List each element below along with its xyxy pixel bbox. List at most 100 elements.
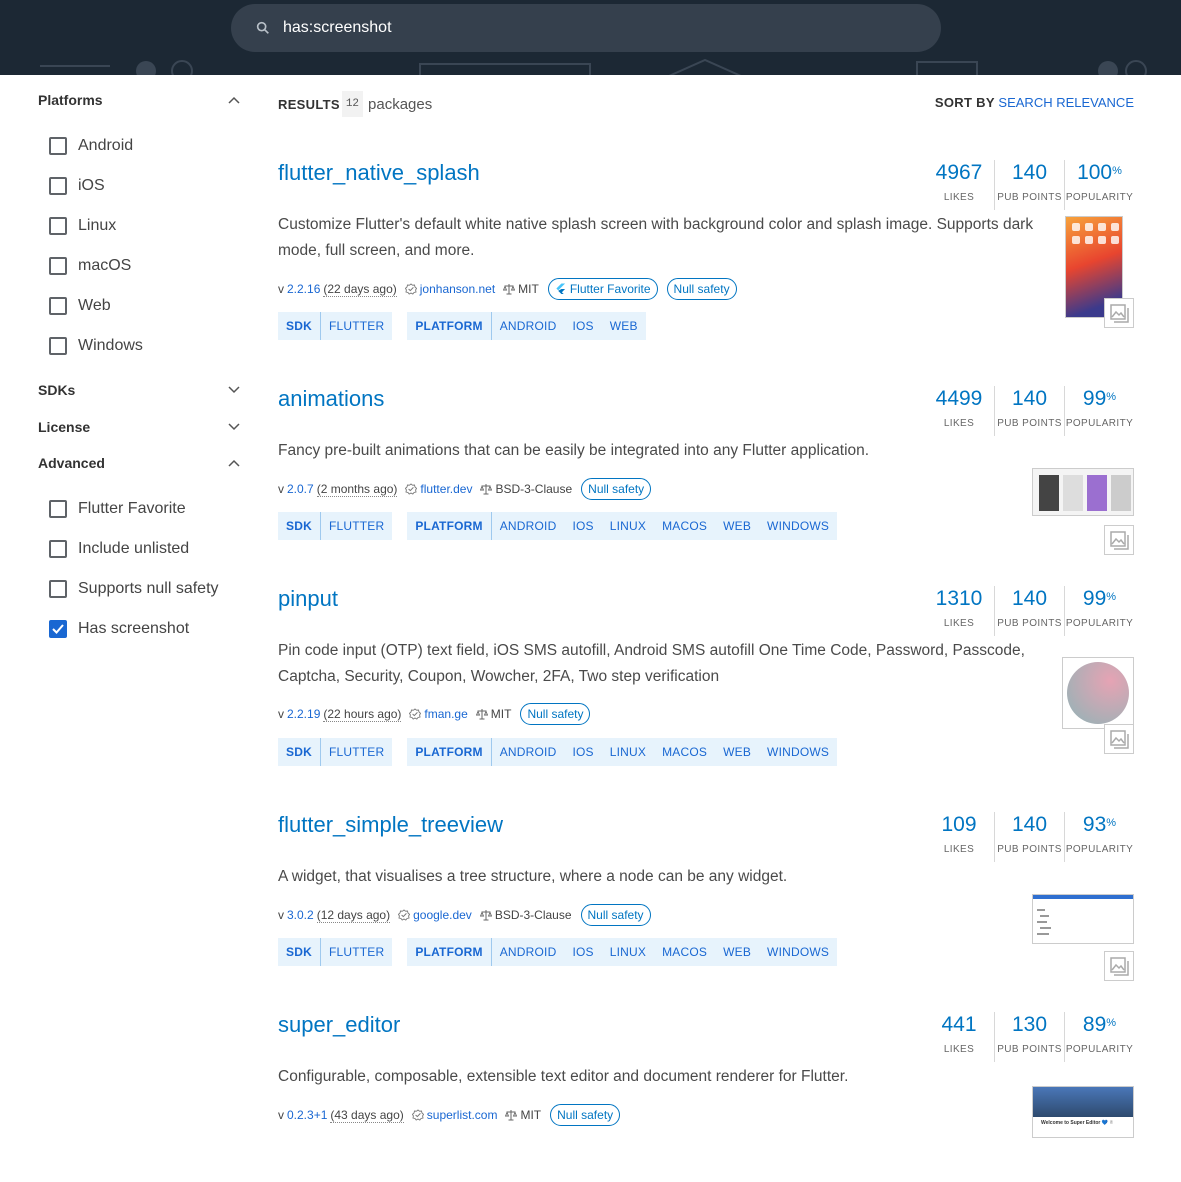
license-scale-icon [480,484,493,495]
sdk-tag[interactable]: FLUTTER [321,312,392,340]
filter-option[interactable]: Flutter Favorite [49,497,186,521]
platform-tag[interactable]: ANDROID [492,938,565,966]
badge-label: Null safety [557,1108,614,1122]
verified-publisher-icon [404,283,417,295]
platform-tag[interactable]: IOS [564,938,601,966]
platform-tag[interactable]: WEB [715,938,759,966]
sdk-tag[interactable]: FLUTTER [321,738,392,766]
package-title-link[interactable]: flutter_simple_treeview [278,812,503,838]
publisher-link[interactable]: jonhanson.net [420,282,495,296]
checkbox[interactable] [49,297,67,315]
null-safety-badge[interactable]: Null safety [520,703,591,725]
package-title-link[interactable]: animations [278,386,384,412]
null-safety-badge[interactable]: Null safety [581,478,652,500]
platform-tag[interactable]: LINUX [602,738,654,766]
platform-tag[interactable]: MACOS [654,512,715,540]
search-bar[interactable] [231,4,941,52]
platform-tag[interactable]: WINDOWS [759,938,837,966]
filter-section-platforms[interactable]: Platforms [38,90,240,110]
percent-sign: % [1106,817,1117,829]
sdk-tag[interactable]: FLUTTER [321,938,392,966]
filter-option[interactable]: Has screenshot [49,617,189,641]
stat-caption: POPULARITY [1065,844,1134,855]
filter-option[interactable]: iOS [49,174,105,198]
platform-tag[interactable]: ANDROID [492,312,565,340]
search-input[interactable] [281,18,881,38]
flutter-favorite-badge[interactable]: Flutter Favorite [547,278,658,300]
platform-tag[interactable]: WEB [715,738,759,766]
checkbox[interactable] [49,580,67,598]
filter-option[interactable]: Web [49,294,111,318]
filter-option[interactable]: Windows [49,334,143,358]
filter-option[interactable]: Supports null safety [49,577,219,601]
image-gallery-icon [1110,531,1129,550]
null-safety-badge[interactable]: Null safety [550,1104,621,1126]
platform-tag[interactable]: LINUX [602,512,654,540]
platform-tag[interactable]: WINDOWS [759,512,837,540]
package-title-link[interactable]: pinput [278,586,338,612]
search-icon [256,21,269,34]
package-screenshot[interactable] [1032,657,1134,754]
platform-tag[interactable]: WEB [715,512,759,540]
filter-option[interactable]: Android [49,134,133,158]
package-title-link[interactable]: super_editor [278,1012,400,1038]
checkbox[interactable] [49,177,67,195]
flutter-logo-icon [556,283,565,295]
checkbox[interactable] [49,500,67,518]
platform-tag[interactable]: WINDOWS [759,738,837,766]
package-screenshot[interactable] [1032,894,1134,981]
gallery-badge[interactable] [1104,525,1134,555]
version-link[interactable]: 3.0.2 [287,908,314,922]
package-title-link[interactable]: flutter_native_splash [278,160,480,186]
sort-value[interactable]: SEARCH RELEVANCE [998,95,1134,110]
publisher-link[interactable]: fman.ge [424,707,467,721]
version-link[interactable]: 2.2.16 [287,282,320,296]
platform-tag[interactable]: IOS [564,512,601,540]
version-link[interactable]: 0.2.3+1 [287,1108,327,1122]
publisher-link[interactable]: google.dev [413,908,472,922]
sort-control[interactable]: SORT BY SEARCH RELEVANCE [935,95,1134,110]
null-safety-badge[interactable]: Null safety [580,904,651,926]
platform-tag[interactable]: LINUX [602,938,654,966]
platform-tag[interactable]: ANDROID [492,512,565,540]
screen-preview [1039,475,1059,511]
null-safety-badge[interactable]: Null safety [666,278,737,300]
filter-section-license[interactable]: License [38,417,240,437]
package-meta: v 3.0.2 (12 days ago) google.dev BSD-3-Claus… [278,904,651,926]
publisher-link[interactable]: superlist.com [427,1108,498,1122]
stat-number: 140 [1011,587,1048,610]
version-link[interactable]: 2.0.7 [287,482,314,496]
filter-option[interactable]: Include unlisted [49,537,189,561]
checkbox-checked[interactable] [49,620,67,638]
package-screenshot[interactable]: Welcome to Super Editor 💙 ✌ [1032,1086,1134,1146]
sdk-tag[interactable]: FLUTTER [321,512,392,540]
platform-tag[interactable]: MACOS [654,938,715,966]
platform-tag[interactable]: MACOS [654,738,715,766]
gallery-badge[interactable] [1104,724,1134,754]
platform-tag[interactable]: IOS [564,738,601,766]
package-tags: SDK FLUTTER PLATFORM ANDROID IOS WEB [278,312,661,340]
checkbox[interactable] [49,217,67,235]
filter-option[interactable]: Linux [49,214,116,238]
results-count: 12 [341,91,364,117]
filter-option[interactable]: macOS [49,254,131,278]
filter-section-sdks[interactable]: SDKs [38,380,240,400]
package-screenshot[interactable] [1032,216,1134,328]
gallery-badge[interactable] [1104,298,1134,328]
package-screenshot[interactable] [1032,468,1134,555]
checkbox[interactable] [49,540,67,558]
license-label: BSD-3-Clause [494,908,572,922]
filter-section-advanced[interactable]: Advanced [38,453,240,473]
checkbox[interactable] [49,257,67,275]
version-link[interactable]: 2.2.19 [287,707,320,721]
publisher-link[interactable]: flutter.dev [420,482,472,496]
platform-tag[interactable]: WEB [602,312,646,340]
gallery-badge[interactable] [1104,951,1134,981]
verified-publisher-icon [409,708,422,720]
platform-tag[interactable]: ANDROID [492,738,565,766]
checkbox[interactable] [49,337,67,355]
stat-value: 93% [1083,812,1116,838]
stat-value: 140 [1012,586,1047,612]
platform-tag[interactable]: IOS [564,312,601,340]
checkbox[interactable] [49,137,67,155]
